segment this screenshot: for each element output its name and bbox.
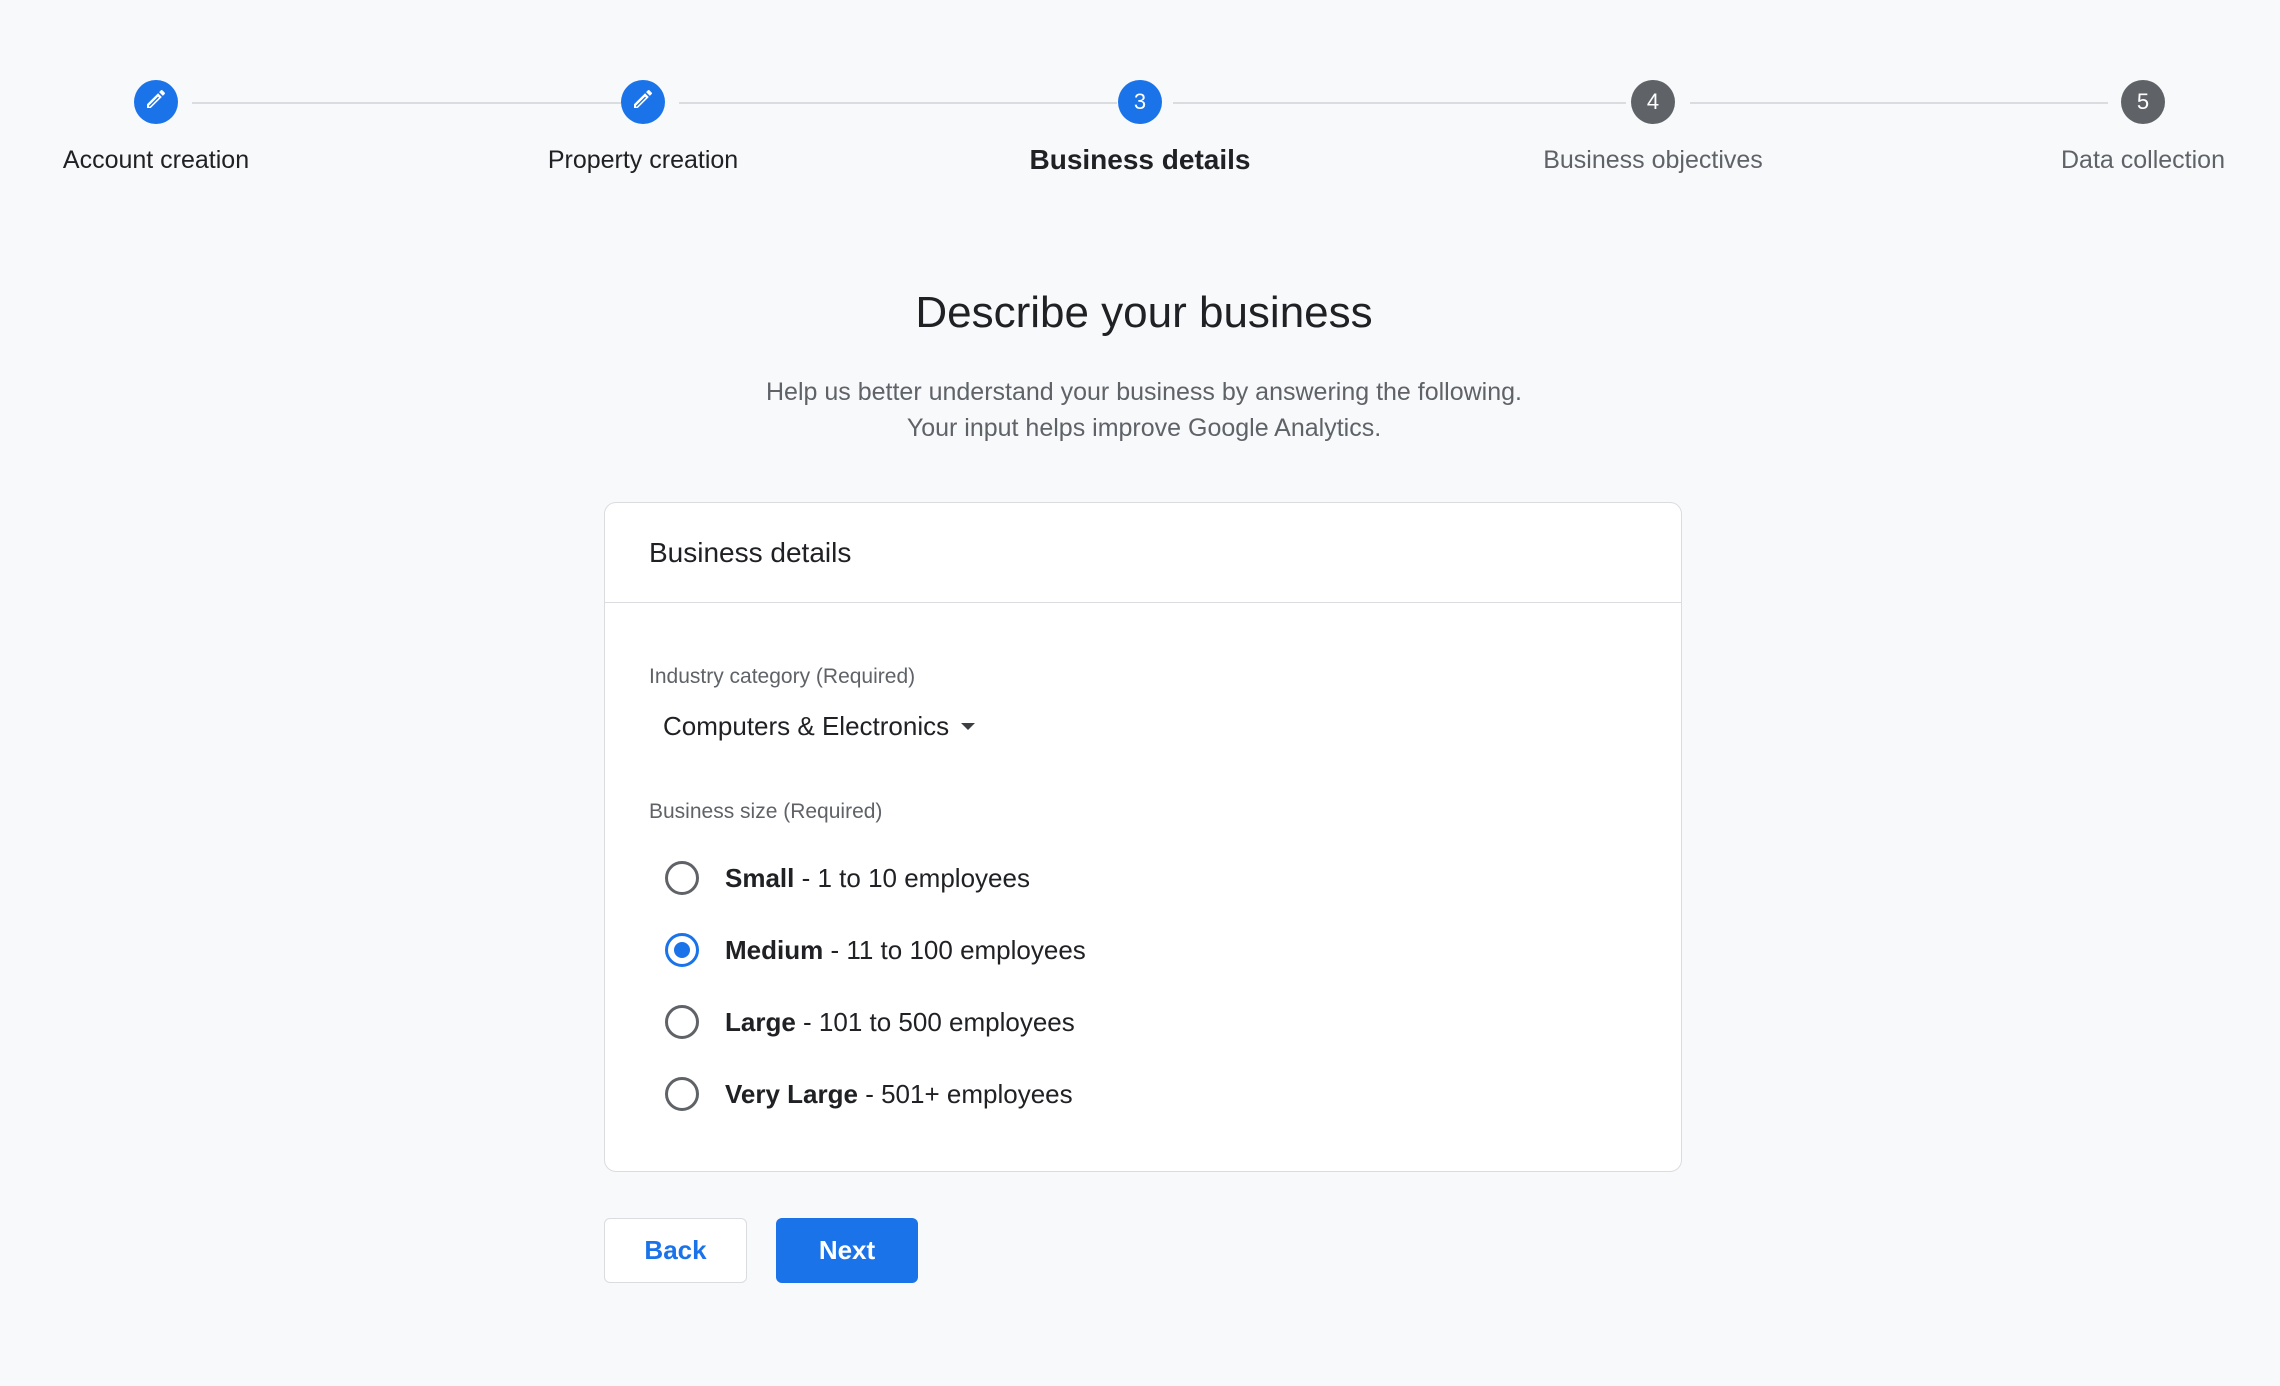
- size-option-medium[interactable]: Medium - 11 to 100 employees: [665, 933, 1086, 967]
- radio-button-selected[interactable]: [665, 933, 699, 967]
- back-button[interactable]: Back: [604, 1218, 747, 1283]
- size-option-large[interactable]: Large - 101 to 500 employees: [665, 1005, 1075, 1039]
- step-data-collection: 5 Data collection: [1943, 80, 2280, 175]
- step-2-marker: [621, 80, 665, 124]
- radio-button[interactable]: [665, 1077, 699, 1111]
- card-title: Business details: [605, 503, 1681, 603]
- radio-label: Large - 101 to 500 employees: [725, 1006, 1075, 1037]
- size-option-very-large[interactable]: Very Large - 501+ employees: [665, 1077, 1073, 1111]
- step-label: Data collection: [2061, 146, 2225, 174]
- dropdown-caret-icon: [961, 723, 976, 730]
- step-label: Property creation: [547, 146, 739, 174]
- step-label: Business details: [1029, 144, 1251, 175]
- step-4-marker: 4: [1631, 80, 1675, 124]
- size-option-small[interactable]: Small - 1 to 10 employees: [665, 861, 1030, 895]
- step-label: Business objectives: [1543, 146, 1763, 174]
- pencil-icon: [144, 87, 168, 117]
- industry-category-select[interactable]: Computers & Electronics: [663, 711, 976, 742]
- radio-label: Small - 1 to 10 employees: [725, 862, 1030, 893]
- business-size-label: Business size (Required): [649, 800, 883, 823]
- subtitle-line: Help us better understand your business …: [766, 378, 1522, 406]
- radio-button[interactable]: [665, 861, 699, 895]
- step-property-creation[interactable]: Property creation: [443, 80, 843, 175]
- step-business-details: 3 Business details: [940, 80, 1340, 175]
- page-title: Describe your business: [915, 288, 1373, 337]
- next-button[interactable]: Next: [776, 1218, 918, 1283]
- page-subtitle: Help us better understand your business …: [0, 374, 2280, 446]
- industry-category-value: Computers & Electronics: [663, 711, 950, 741]
- setup-stepper: Account creation Property creation 3 Bus…: [0, 0, 2280, 200]
- radio-label: Very Large - 501+ employees: [725, 1078, 1073, 1109]
- radio-label: Medium - 11 to 100 employees: [725, 934, 1086, 965]
- step-5-marker: 5: [2121, 80, 2165, 124]
- step-label: Account creation: [62, 146, 250, 174]
- step-3-marker: 3: [1118, 80, 1162, 124]
- pencil-icon: [631, 87, 655, 117]
- step-account-creation[interactable]: Account creation: [0, 80, 356, 175]
- radio-button[interactable]: [665, 1005, 699, 1039]
- industry-category-label: Industry category (Required): [649, 665, 916, 688]
- step-1-marker: [134, 80, 178, 124]
- subtitle-line: Your input helps improve Google Analytic…: [906, 414, 1382, 442]
- radio-dot: [674, 942, 690, 958]
- step-business-objectives: 4 Business objectives: [1453, 80, 1853, 175]
- business-details-card: Business details Industry category (Requ…: [604, 502, 1682, 1172]
